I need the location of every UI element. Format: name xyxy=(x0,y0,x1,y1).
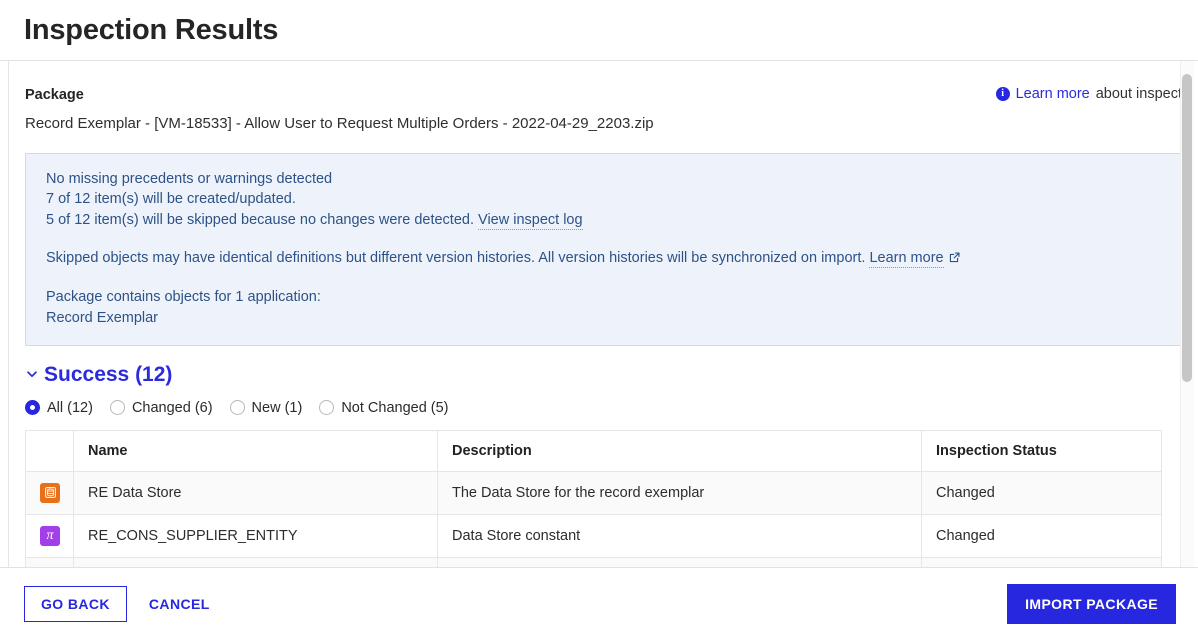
scrollbar-thumb[interactable] xyxy=(1182,74,1192,382)
summary-application-name: Record Exemplar xyxy=(46,310,159,327)
row-type-icon-cell: π xyxy=(25,514,74,559)
radio-icon xyxy=(109,400,125,416)
page-header: Inspection Results xyxy=(0,0,1198,61)
learn-more-about-inspect: i Learn more about inspect xyxy=(995,86,1182,102)
package-info: Package Record Exemplar - [VM-18533] - A… xyxy=(25,85,654,135)
table-body: RE Data Store The Data Store for the rec… xyxy=(25,470,1162,567)
filter-radio-new[interactable]: New (1) xyxy=(229,399,303,416)
radio-icon xyxy=(25,400,40,416)
status-filter-group: All (12) Changed (6) New (1) Not Changed… xyxy=(25,400,1182,416)
learn-more-version-history-link[interactable]: Learn more xyxy=(869,249,944,268)
row-type-icon-cell xyxy=(25,470,74,516)
cancel-button[interactable]: CANCEL xyxy=(145,587,214,621)
column-header-inspection-status: Inspection Status xyxy=(921,429,1162,472)
summary-line-2: 7 of 12 item(s) will be created/updated. xyxy=(46,191,296,208)
summary-skipped-text: Skipped objects may have identical defin… xyxy=(46,249,866,266)
content: Package Record Exemplar - [VM-18533] - A… xyxy=(9,61,1198,567)
footer-actions: GO BACK CANCEL IMPORT PACKAGE xyxy=(0,567,1198,639)
chevron-down-icon xyxy=(25,367,39,381)
filter-label: Changed (6) xyxy=(131,399,213,416)
table-header-row: Name Description Inspection Status xyxy=(25,429,1162,472)
package-label: Package xyxy=(25,87,84,103)
results-table-wrapper: Name Description Inspection Status RE Da… xyxy=(25,429,1162,567)
filter-label: New (1) xyxy=(251,399,303,416)
results-table: Name Description Inspection Status RE Da… xyxy=(25,429,1162,567)
page-title: Inspection Results xyxy=(24,13,279,46)
filter-radio-changed[interactable]: Changed (6) xyxy=(109,399,213,416)
column-header-name: Name xyxy=(73,429,438,472)
summary-line-3-text: 5 of 12 item(s) will be skipped because … xyxy=(46,212,474,229)
radio-icon xyxy=(319,400,335,416)
table-row[interactable]: RE Data Store The Data Store for the rec… xyxy=(25,470,1162,516)
inspection-summary-box: No missing precedents or warnings detect… xyxy=(25,152,1182,346)
table-header: Name Description Inspection Status xyxy=(25,429,1162,472)
view-inspect-log-link[interactable]: View inspect log xyxy=(478,212,583,231)
summary-skipped-note: Skipped objects may have identical defin… xyxy=(46,248,1165,271)
column-header-icon xyxy=(25,429,74,472)
scrollable-content-area: Package Record Exemplar - [VM-18533] - A… xyxy=(8,61,1198,567)
success-section-title: Success (12) xyxy=(44,362,173,386)
datastore-icon xyxy=(40,482,60,503)
row-description: The Data Store for the record exemplar xyxy=(437,470,922,516)
table-row[interactable] xyxy=(25,557,1162,567)
import-package-button[interactable]: IMPORT PACKAGE xyxy=(1007,583,1176,624)
constant-icon: π xyxy=(40,526,60,547)
external-link-icon xyxy=(948,250,961,271)
filter-radio-not-changed[interactable]: Not Changed (5) xyxy=(319,399,449,416)
inspection-results-page: Inspection Results Package Record Exempl… xyxy=(0,0,1198,639)
row-type-icon-cell xyxy=(25,557,74,567)
success-section-toggle[interactable]: Success (12) xyxy=(25,364,172,385)
package-section: Package Record Exemplar - [VM-18533] - A… xyxy=(25,85,1182,135)
radio-icon xyxy=(229,400,245,416)
go-back-button[interactable]: GO BACK xyxy=(24,585,127,622)
info-icon: i xyxy=(995,87,1010,101)
learn-more-suffix: about inspect xyxy=(1095,86,1182,102)
table-row[interactable]: π RE_CONS_SUPPLIER_ENTITY Data Store con… xyxy=(25,514,1162,559)
row-status: Changed xyxy=(921,514,1162,559)
filter-label: Not Changed (5) xyxy=(341,399,449,416)
row-name xyxy=(73,557,438,567)
row-description: Data Store constant xyxy=(437,514,922,559)
summary-applications-label: Package contains objects for 1 applicati… xyxy=(46,289,321,306)
row-status xyxy=(921,557,1162,567)
learn-more-link[interactable]: Learn more xyxy=(1016,86,1090,102)
row-name: RE_CONS_SUPPLIER_ENTITY xyxy=(73,514,438,559)
package-filename: Record Exemplar - [VM-18533] - Allow Use… xyxy=(25,115,654,133)
row-status: Changed xyxy=(921,470,1162,516)
summary-line-1: No missing precedents or warnings detect… xyxy=(46,170,333,187)
row-description xyxy=(437,557,922,567)
filter-label: All (12) xyxy=(47,399,93,416)
vertical-scrollbar[interactable] xyxy=(1180,61,1194,567)
column-header-description: Description xyxy=(437,429,922,472)
row-name: RE Data Store xyxy=(73,470,438,516)
filter-radio-all[interactable]: All (12) xyxy=(25,400,93,416)
summary-line-3: 5 of 12 item(s) will be skipped because … xyxy=(46,210,1165,231)
